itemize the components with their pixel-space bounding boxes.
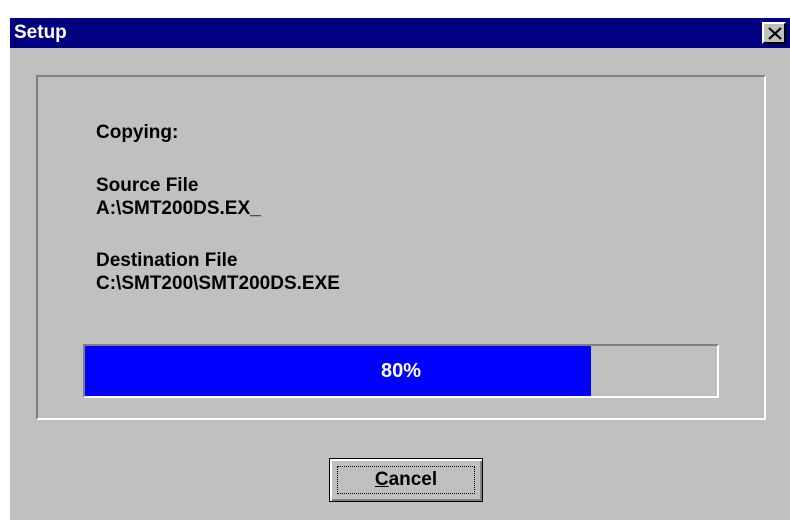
window-title: Setup	[14, 22, 67, 43]
destination-file-label: Destination File	[96, 250, 238, 271]
progress-percent: 80%	[380, 360, 422, 382]
setup-dialog: Setup Copying: Source File A:\SMT200DS.E…	[10, 18, 790, 520]
cancel-label-rest: ancel	[388, 469, 438, 490]
close-icon	[768, 27, 782, 40]
cancel-button-label: Cancel	[330, 459, 482, 501]
destination-file-path: C:\SMT200\SMT200DS.EXE	[96, 273, 340, 294]
cancel-mnemonic: C	[374, 469, 389, 490]
cancel-button[interactable]: Cancel	[329, 458, 483, 502]
close-button[interactable]	[762, 22, 786, 44]
source-file-label: Source File	[96, 175, 199, 196]
copying-heading: Copying:	[96, 122, 179, 143]
progress-bar: 80%	[83, 344, 719, 398]
title-bar[interactable]: Setup	[10, 18, 790, 48]
source-file-path: A:\SMT200DS.EX_	[96, 198, 261, 219]
